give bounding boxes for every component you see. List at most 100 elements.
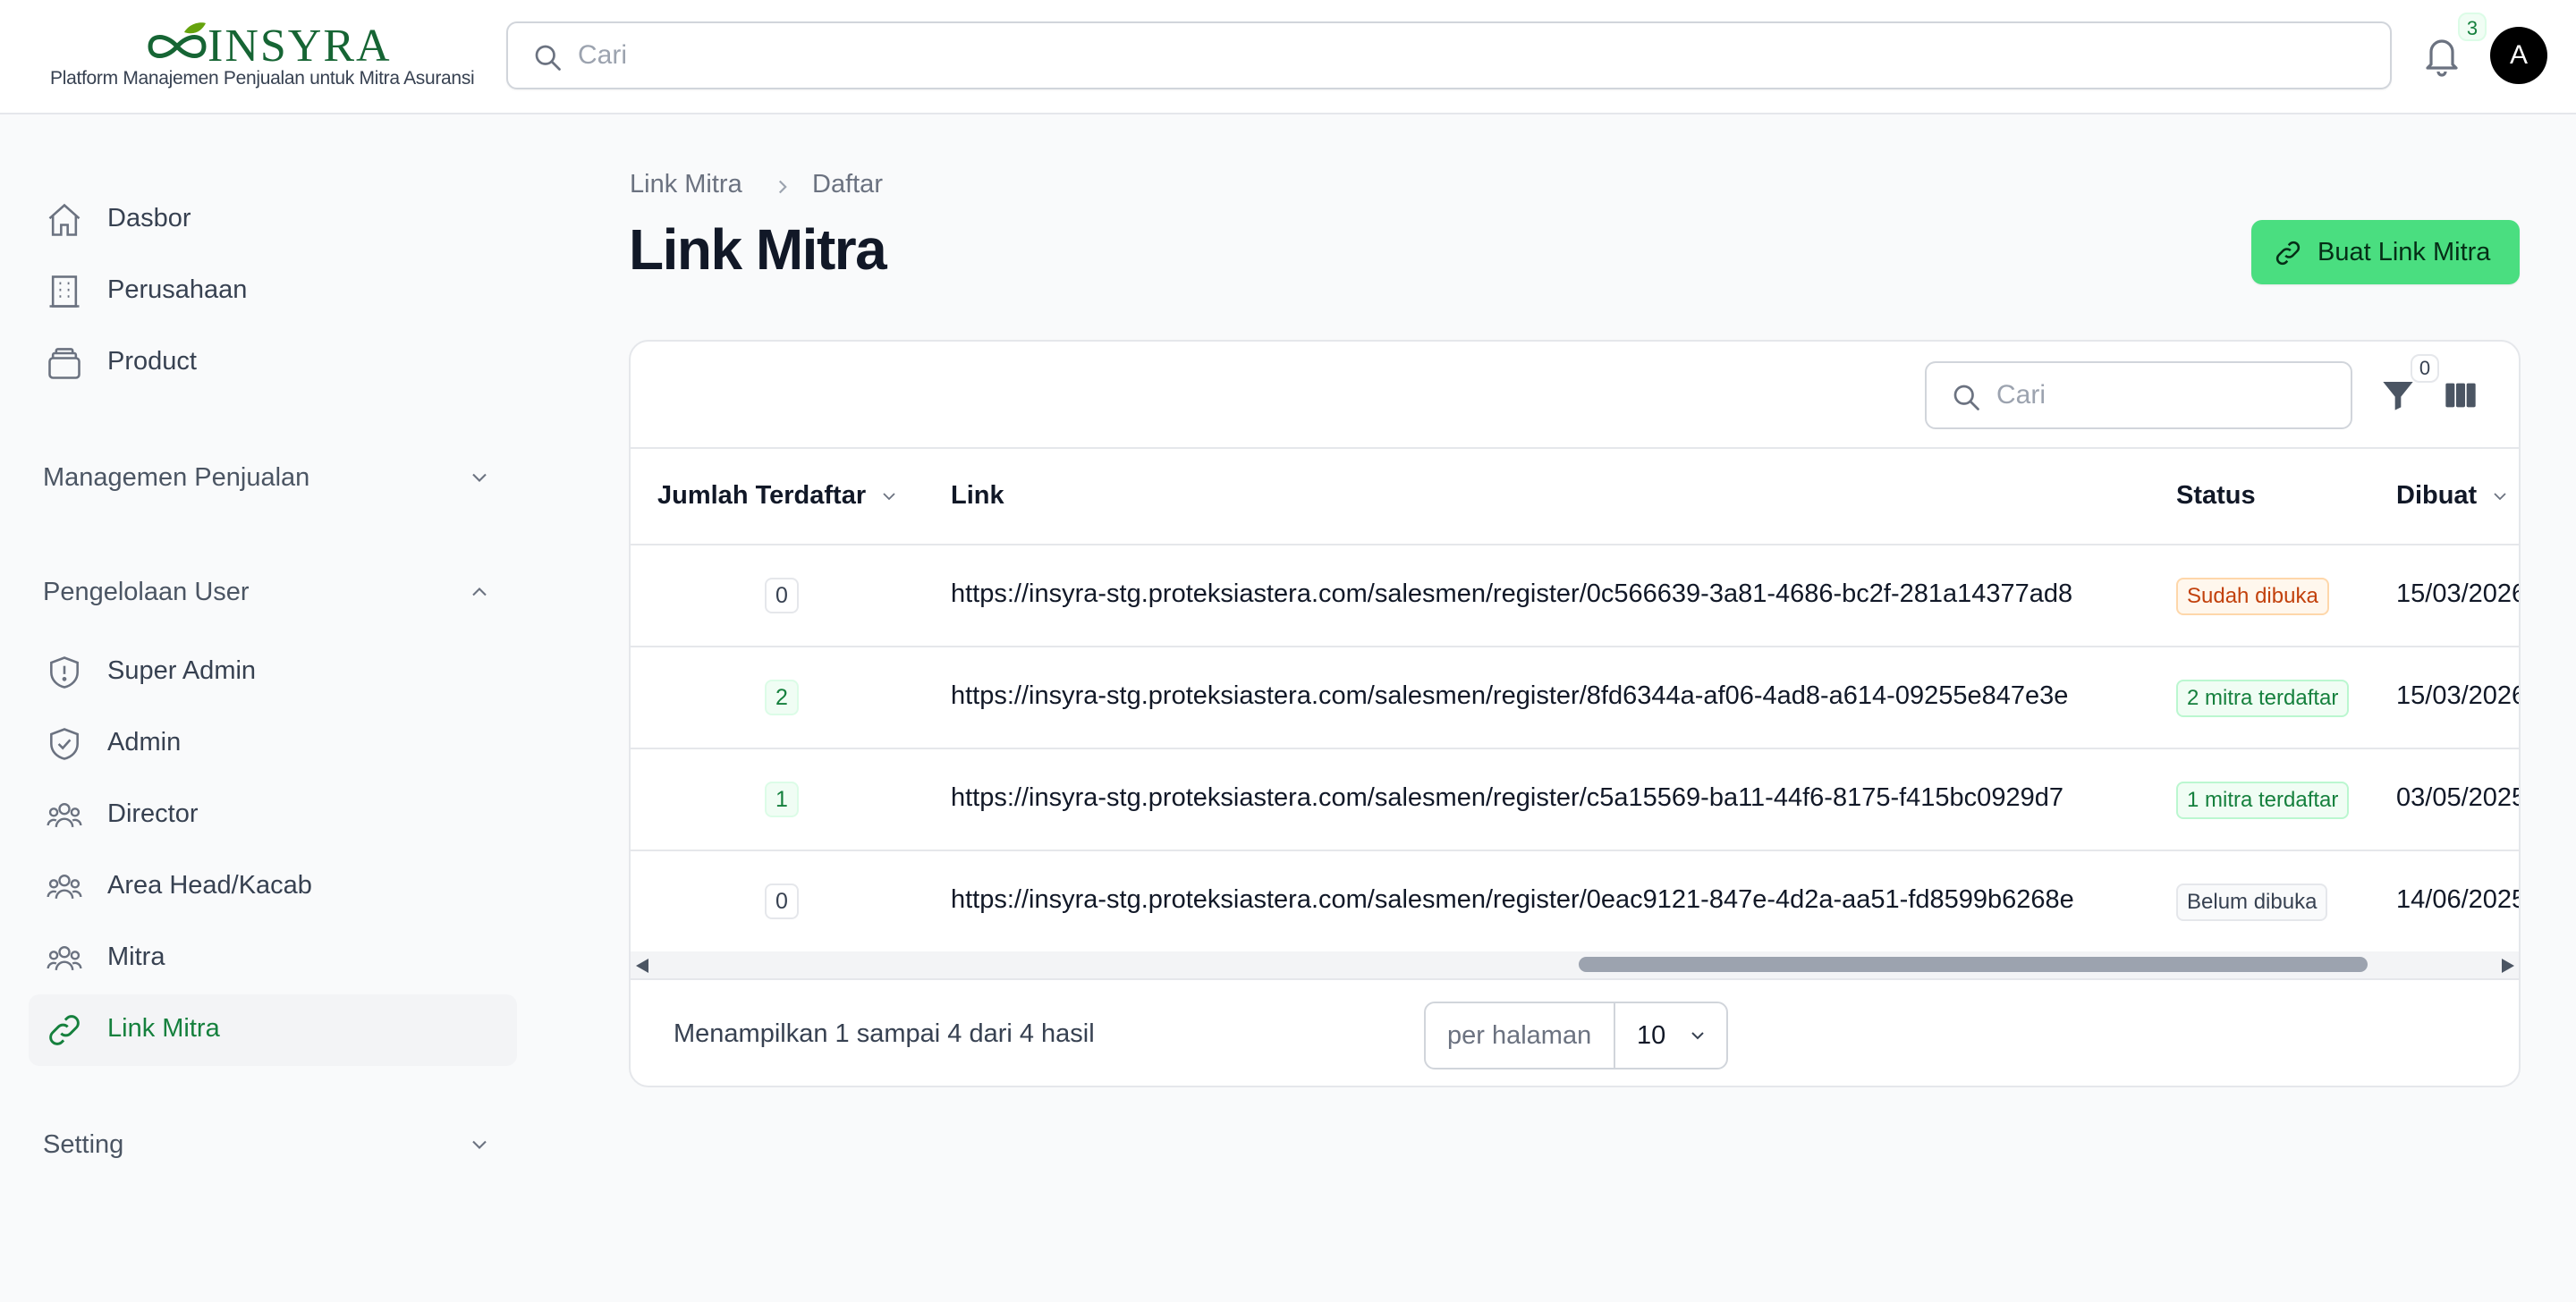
brand-name: INSYRA [208,21,392,72]
status-badge: 1 mitra terdaftar [2176,782,2350,819]
per-page-select[interactable]: 10 [1615,1003,1726,1068]
table-header: Jumlah Terdaftar Link Status Dibuat [631,449,2519,545]
table-search[interactable] [1925,361,2352,429]
scroll-left-arrow[interactable] [636,959,648,973]
columns-icon[interactable] [2443,377,2479,413]
sidebar-item-product[interactable]: Product [29,327,517,399]
created-date: 15/03/2026 [2396,579,2521,608]
created-date: 14/06/2025 [2396,885,2521,914]
col-link: Link [951,481,1004,511]
sidebar-item-super-admin[interactable]: Super Admin [29,637,517,708]
breadcrumb-current: Daftar [812,170,883,199]
user-group-icon [47,945,82,970]
link-url[interactable]: https://insyra-stg.proteksiastera.com/sa… [951,681,2068,711]
sidebar-item-area-head[interactable]: Area Head/Kacab [29,851,517,923]
link-icon [2275,241,2301,266]
chevron-down-icon [2494,493,2506,501]
search-icon [535,45,561,71]
status-badge: Belum dibuka [2176,884,2328,921]
chevron-right-icon [778,180,787,194]
group-setting[interactable]: Setting [29,1118,517,1171]
link-url[interactable]: https://insyra-stg.proteksiastera.com/sa… [951,579,2072,609]
create-link-button[interactable]: Buat Link Mitra [2251,220,2520,284]
filter-count-badge: 0 [2411,354,2439,383]
chevron-up-icon [472,588,487,596]
created-date: 15/03/2026 [2396,681,2521,710]
col-dibuat[interactable]: Dibuat [2396,481,2511,511]
chevron-down-icon [472,473,487,482]
sidebar-item-label: Link Mitra [107,1014,220,1043]
table-row[interactable]: 2 https://insyra-stg.proteksiastera.com/… [631,647,2521,749]
breadcrumb-link[interactable]: Link Mitra [630,170,742,199]
user-group-icon [47,874,82,899]
link-icon [49,1015,80,1045]
horizontal-scrollbar[interactable] [631,951,2519,978]
per-page-label-box: per halaman [1426,1003,1615,1068]
sidebar-item-dasbor[interactable]: Dasbor [29,184,517,256]
column-label: Status [2176,481,2256,510]
sidebar-item-label: Perusahaan [107,275,248,304]
created-date: 03/05/2025 [2396,783,2521,812]
building-icon [49,275,80,308]
table-row[interactable]: 0 https://insyra-stg.proteksiastera.com/… [631,545,2521,647]
sidebar-item-label: Dasbor [107,204,191,232]
user-avatar[interactable]: A [2490,27,2547,84]
scrollbar-thumb[interactable] [1579,957,2368,972]
shield-exclamation-icon [50,656,79,689]
table-row[interactable]: 0 https://insyra-stg.proteksiastera.com/… [631,851,2521,953]
table-footer: Menampilkan 1 sampai 4 dari 4 hasil per … [631,978,2519,1086]
table-toolbar: 0 [631,342,2519,449]
sidebar-item-director[interactable]: Director [29,780,517,851]
sidebar-item-link-mitra[interactable]: Link Mitra [29,994,517,1066]
chevron-down-icon [472,1140,487,1149]
link-table-card: 0 Jumlah Terdaftar Link Status Dibuat 0 … [629,340,2521,1087]
sidebar-item-label: Director [107,799,199,828]
chevron-down-icon [883,493,895,501]
status-badge: 2 mitra terdaftar [2176,680,2350,717]
global-search-input[interactable] [578,34,2349,77]
sidebar-item-perusahaan[interactable]: Perusahaan [29,256,517,327]
registered-count: 2 [765,680,799,715]
user-group-icon [47,802,82,827]
filter-icon[interactable] [2380,377,2416,413]
sidebar-item-label: Mitra [107,943,165,971]
group-label: Managemen Penjualan [43,463,310,492]
box-icon [48,348,80,379]
link-url[interactable]: https://insyra-stg.proteksiastera.com/sa… [951,885,2074,915]
status-badge: Sudah dibuka [2176,578,2329,615]
chevron-down-icon [1691,1032,1704,1040]
sidebar-item-mitra[interactable]: Mitra [29,923,517,994]
registered-count: 1 [765,782,799,817]
infinity-leaf-icon [148,22,207,58]
col-jumlah-terdaftar[interactable]: Jumlah Terdaftar [657,481,900,511]
notification-badge: 3 [2458,13,2487,41]
per-page-control: per halaman 10 [1424,1002,1728,1070]
page-title: Link Mitra [629,217,887,282]
home-icon [48,203,80,236]
group-pengelolaan-user[interactable]: Pengelolaan User [29,565,517,619]
table-row[interactable]: 1 https://insyra-stg.proteksiastera.com/… [631,749,2521,851]
sidebar-item-label: Area Head/Kacab [107,871,312,900]
per-page-value: 10 [1637,1021,1666,1050]
global-search[interactable] [506,21,2392,89]
group-label: Pengelolaan User [43,578,250,606]
sidebar-item-admin[interactable]: Admin [29,708,517,780]
group-managemen-penjualan[interactable]: Managemen Penjualan [29,451,517,504]
group-label: Setting [43,1130,124,1159]
logo[interactable]: INSYRA Platform Manajemen Penjualan untu… [50,20,475,95]
bell-icon[interactable] [2420,32,2463,79]
sidebar-item-label: Admin [107,728,182,757]
scroll-right-arrow[interactable] [2502,959,2514,973]
col-status: Status [2176,481,2256,511]
shield-check-icon [50,728,79,760]
search-icon [1953,385,1979,410]
sidebar: Dasbor Perusahaan Product Managemen Penj… [0,116,537,1302]
brand-tagline: Platform Manajemen Penjualan untuk Mitra… [50,68,475,89]
table-search-input[interactable] [1996,374,2336,417]
top-bar: INSYRA Platform Manajemen Penjualan untu… [0,0,2576,114]
per-page-label: per halaman [1447,1021,1592,1050]
pagination-summary: Menampilkan 1 sampai 4 dari 4 hasil [674,1019,1095,1048]
create-link-label: Buat Link Mitra [2318,238,2491,266]
link-url[interactable]: https://insyra-stg.proteksiastera.com/sa… [951,783,2063,813]
registered-count: 0 [765,884,799,919]
